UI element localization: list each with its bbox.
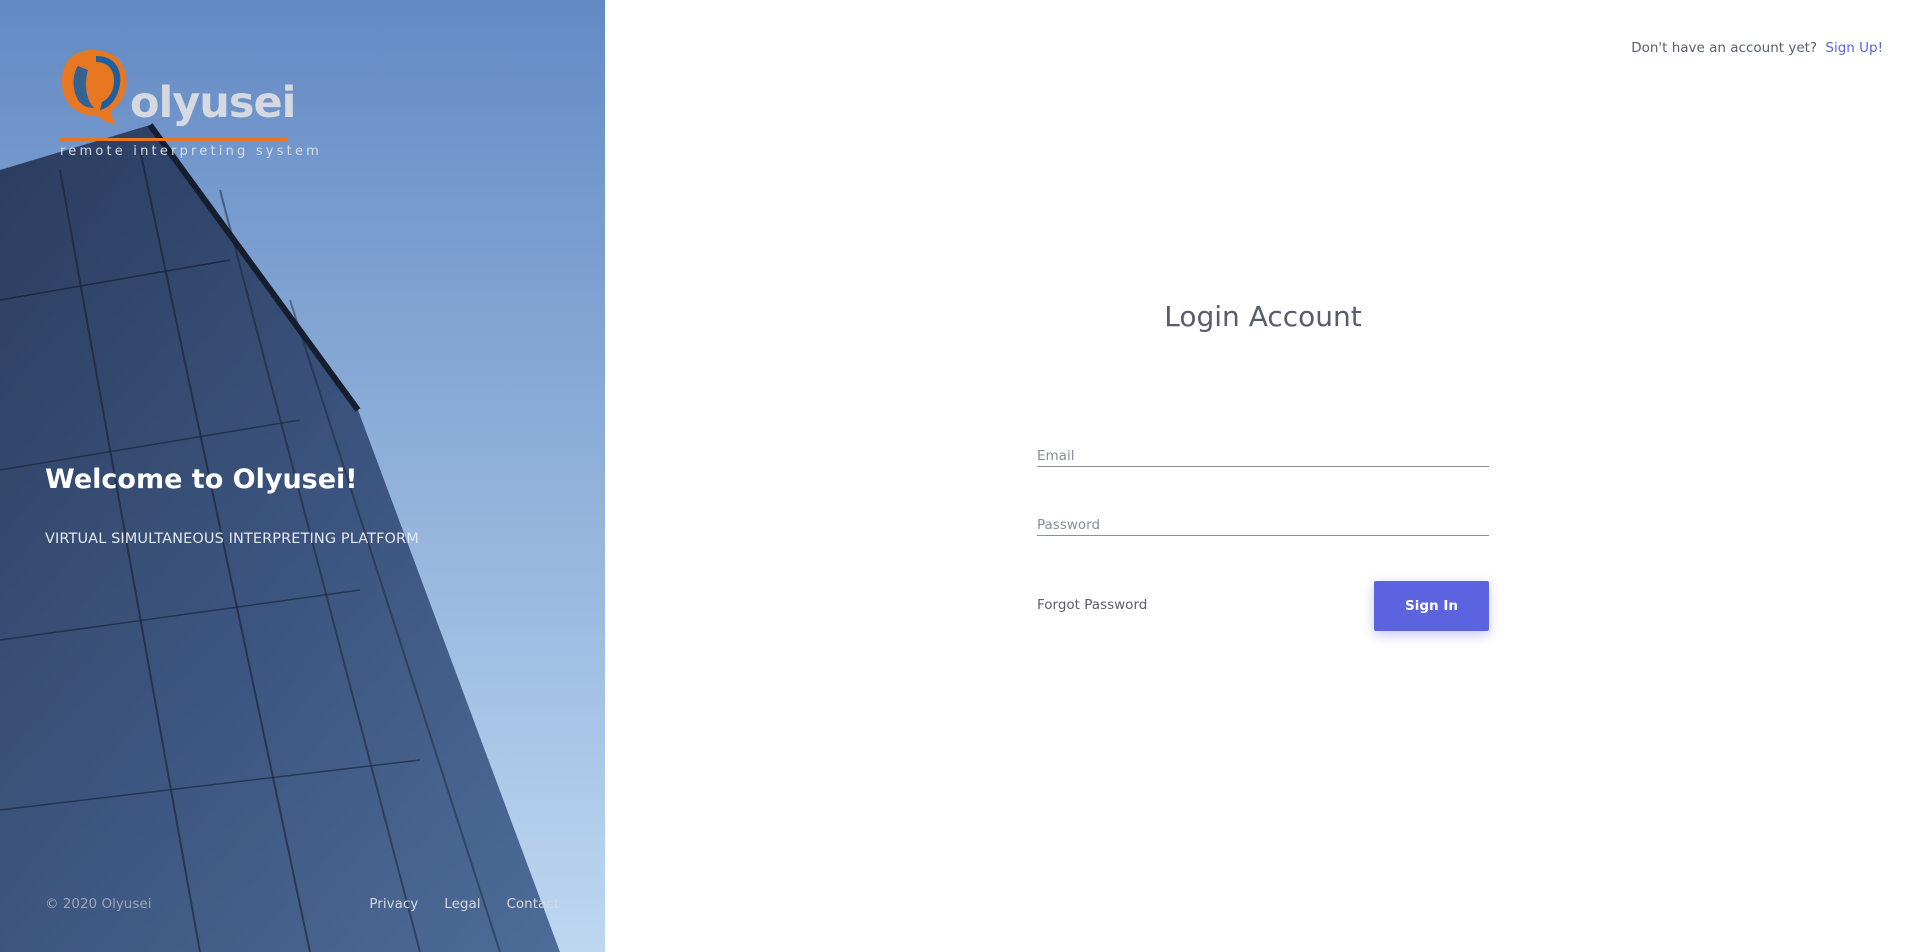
signup-link[interactable]: Sign Up! — [1825, 40, 1883, 56]
footer-link-privacy[interactable]: Privacy — [369, 896, 418, 912]
logo-wordmark: olyusei — [130, 78, 296, 128]
logo-tagline: remote interpreting system — [60, 144, 323, 159]
logo-underline — [59, 138, 287, 141]
sign-in-button[interactable]: Sign In — [1374, 581, 1489, 631]
login-page: olyusei remote interpreting system Welco… — [0, 0, 1919, 952]
olyusei-logo: olyusei remote interpreting system — [56, 48, 319, 164]
welcome-panel: olyusei remote interpreting system Welco… — [0, 0, 605, 952]
email-input[interactable] — [1037, 448, 1489, 464]
form-actions: Forgot Password Sign In — [1037, 581, 1489, 631]
password-input[interactable] — [1037, 517, 1489, 533]
copyright-text: © 2020 Olyusei — [45, 896, 152, 912]
signup-prompt: Don't have an account yet? Sign Up! — [1631, 40, 1883, 56]
logo-mark-icon — [61, 50, 127, 124]
footer-links: Privacy Legal Contact — [369, 896, 559, 912]
footer-link-contact[interactable]: Contact — [506, 896, 559, 912]
email-field-wrapper — [1037, 436, 1489, 467]
platform-subtitle: VIRTUAL SIMULTANEOUS INTERPRETING PLATFO… — [45, 531, 419, 547]
footer-link-legal[interactable]: Legal — [444, 896, 480, 912]
forgot-password-link[interactable]: Forgot Password — [1037, 597, 1147, 613]
signup-prompt-text: Don't have an account yet? — [1631, 40, 1818, 56]
form-title: Login Account — [1164, 300, 1362, 333]
login-form: Login Account Forgot Password Sign In — [1037, 300, 1489, 631]
welcome-heading: Welcome to Olyusei! — [45, 464, 358, 495]
password-field-wrapper — [1037, 505, 1489, 536]
login-panel: Don't have an account yet? Sign Up! Logi… — [605, 0, 1919, 952]
